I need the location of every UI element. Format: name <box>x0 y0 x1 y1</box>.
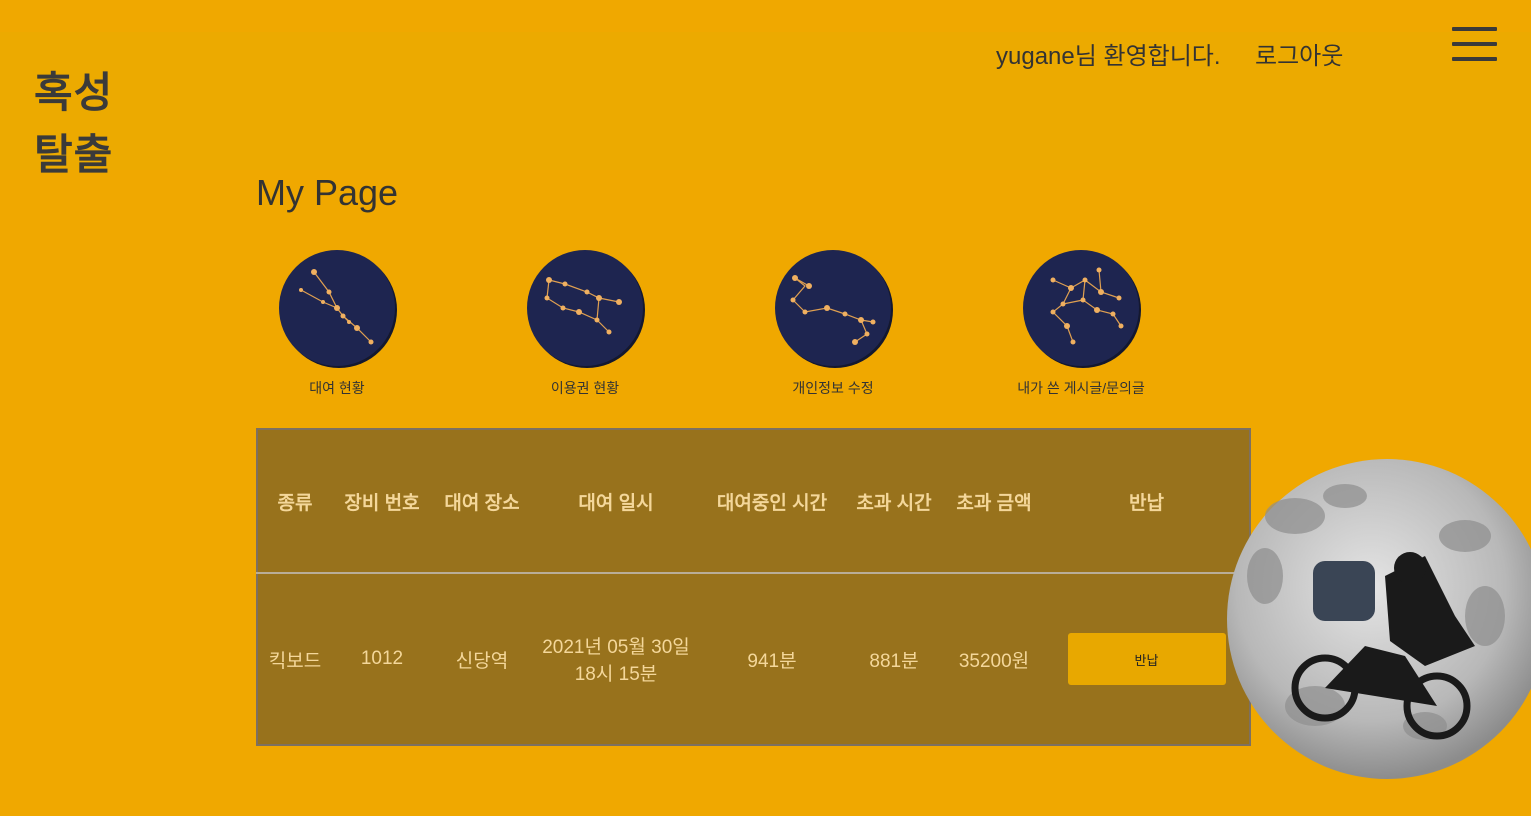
logout-link[interactable]: 로그아웃 <box>1255 36 1343 71</box>
menu-item-pass-status[interactable]: 이용권 현황 <box>505 250 665 398</box>
constellation-gemini-icon <box>527 250 643 366</box>
menu-item-my-posts[interactable]: 내가 쓴 게시글/문의글 <box>1001 250 1161 398</box>
welcome-message: yugane님 환영합니다. <box>996 43 1221 70</box>
menu-label: 대여 현황 <box>309 380 365 396</box>
header-datetime: 대여 일시 <box>532 429 700 574</box>
cell-rent-time: 941분 <box>747 650 797 672</box>
cell-datetime: 2021년 05월 30일 18시 15분 <box>532 573 700 745</box>
header-device-no: 장비 번호 <box>332 429 432 574</box>
header-over-fee: 초과 금액 <box>944 429 1044 574</box>
cell-type: 킥보드 <box>268 650 322 672</box>
cell-device-no: 1012 <box>360 648 404 669</box>
rental-table: 종류 장비 번호 대여 장소 대여 일시 대여중인 시간 초과 시간 초과 금액… <box>256 428 1251 746</box>
constellation-scorpio-icon <box>775 250 891 366</box>
cell-return: 반납 <box>1044 573 1250 745</box>
logo[interactable]: 혹성 탈출 <box>34 62 113 186</box>
return-button[interactable]: 반납 <box>1067 633 1226 685</box>
logo-line2: 탈출 <box>34 130 114 179</box>
moon-bicycle-image <box>1225 456 1531 782</box>
menu-label: 내가 쓴 게시글/문의글 <box>1017 380 1145 396</box>
cell-over-time: 881분 <box>869 650 919 672</box>
hamburger-menu-icon[interactable] <box>1452 27 1497 61</box>
datetime-time: 18시 15분 <box>574 664 658 685</box>
menu-label: 이용권 현황 <box>550 380 620 396</box>
header-type: 종류 <box>257 429 332 574</box>
constellation-taurus-icon <box>279 250 395 366</box>
cell-over-fee: 35200원 <box>958 650 1030 672</box>
cell-place: 신당역 <box>455 650 509 672</box>
menu-label: 개인정보 수정 <box>792 380 874 396</box>
header-place: 대여 장소 <box>432 429 532 574</box>
menu-item-edit-profile[interactable]: 개인정보 수정 <box>753 250 913 398</box>
datetime-date: 2021년 05월 30일 <box>542 637 690 658</box>
constellation-map-icon <box>1023 250 1139 366</box>
page-title: My Page <box>256 172 399 213</box>
table-header-row: 종류 장비 번호 대여 장소 대여 일시 대여중인 시간 초과 시간 초과 금액… <box>257 429 1250 574</box>
header-return: 반납 <box>1044 429 1250 574</box>
menu-item-rental-status[interactable]: 대여 현황 <box>257 250 417 398</box>
header-over-time: 초과 시간 <box>844 429 944 574</box>
table-row: 킥보드 1012 신당역 2021년 05월 30일 18시 15분 941분 … <box>257 573 1250 745</box>
header-rent-time: 대여중인 시간 <box>700 429 844 574</box>
logo-line1: 혹성 <box>34 68 114 117</box>
